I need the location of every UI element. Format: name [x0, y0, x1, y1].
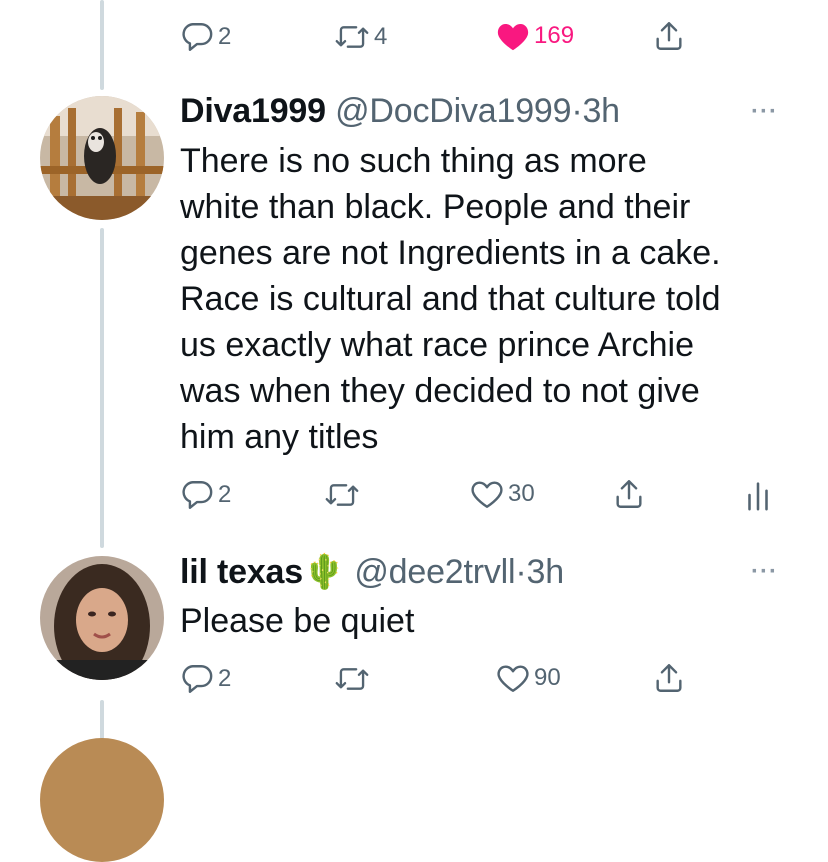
more-options-button[interactable]: ··· [751, 558, 778, 586]
reply-count: 2 [218, 481, 232, 508]
avatar-image [40, 96, 164, 220]
timestamp[interactable]: 3h [582, 92, 620, 130]
like-button[interactable]: 90 [496, 662, 561, 694]
like-count: 30 [508, 480, 535, 507]
reply-button[interactable]: 2 [180, 478, 231, 512]
retweet-button[interactable]: 4 [334, 20, 387, 54]
retweet-button[interactable] [324, 478, 360, 512]
reply-icon [182, 481, 213, 509]
heart-icon [497, 665, 529, 692]
more-options-button[interactable]: ··· [751, 98, 778, 126]
reply-icon [182, 23, 213, 51]
tweet-header: Diva1999 @DocDiva1999·3h [180, 92, 620, 131]
tweet-text-line: Race is cultural and that culture told [180, 280, 721, 318]
heart-icon [471, 481, 503, 508]
retweet-button[interactable] [334, 662, 370, 696]
tweet-text-line: him any titles [180, 418, 379, 456]
user-handle[interactable]: @dee2trvll [354, 553, 515, 591]
reply-count: 2 [218, 23, 232, 50]
analytics-button[interactable] [746, 478, 770, 512]
tweet-text-line: white than black. People and their [180, 188, 691, 226]
like-count: 90 [534, 664, 561, 691]
share-icon [616, 480, 642, 508]
timestamp[interactable]: 3h [527, 553, 565, 591]
retweet-count: 4 [374, 23, 388, 50]
user-handle[interactable]: @DocDiva1999 [335, 92, 571, 130]
tweet-header: lil texas🌵 @dee2trvll·3h [180, 552, 564, 592]
reply-icon [182, 665, 213, 693]
tweet-text-line: There is no such thing as more [180, 142, 647, 180]
share-icon [656, 22, 682, 50]
like-count: 169 [534, 22, 575, 49]
share-button[interactable] [652, 660, 686, 696]
thread-line [100, 228, 104, 548]
retweet-icon [335, 668, 369, 690]
analytics-icon [748, 482, 768, 511]
display-name[interactable]: lil texas [180, 553, 303, 591]
heart-filled-icon [497, 23, 529, 51]
share-button[interactable] [652, 18, 686, 54]
separator-dot: · [515, 553, 527, 591]
like-button[interactable]: 30 [470, 478, 535, 510]
display-name[interactable]: Diva1999 [180, 92, 326, 130]
share-icon [656, 664, 682, 692]
like-button[interactable]: 169 [496, 20, 574, 52]
share-button[interactable] [612, 476, 646, 512]
tweet-text: Please be quiet [180, 602, 415, 640]
retweet-icon [325, 484, 359, 506]
tweet-text-line: genes are not Ingredients in a cake. [180, 234, 721, 272]
separator-dot: · [571, 92, 583, 130]
avatar-image [40, 556, 164, 680]
avatar[interactable] [40, 96, 164, 220]
reply-button[interactable]: 2 [180, 20, 231, 54]
retweet-icon [335, 26, 369, 48]
tweet-text: There is no such thing as more white tha… [180, 138, 810, 460]
avatar[interactable] [40, 556, 164, 680]
tweet-text-line: was when they decided to not give [180, 372, 700, 410]
cactus-emoji: 🌵 [302, 553, 346, 591]
avatar-image [40, 738, 164, 862]
tweet-text-line: us exactly what race prince Archie [180, 326, 695, 364]
reply-count: 2 [218, 665, 232, 692]
reply-button[interactable]: 2 [180, 662, 231, 696]
thread-line [100, 0, 104, 90]
avatar[interactable] [40, 738, 164, 862]
